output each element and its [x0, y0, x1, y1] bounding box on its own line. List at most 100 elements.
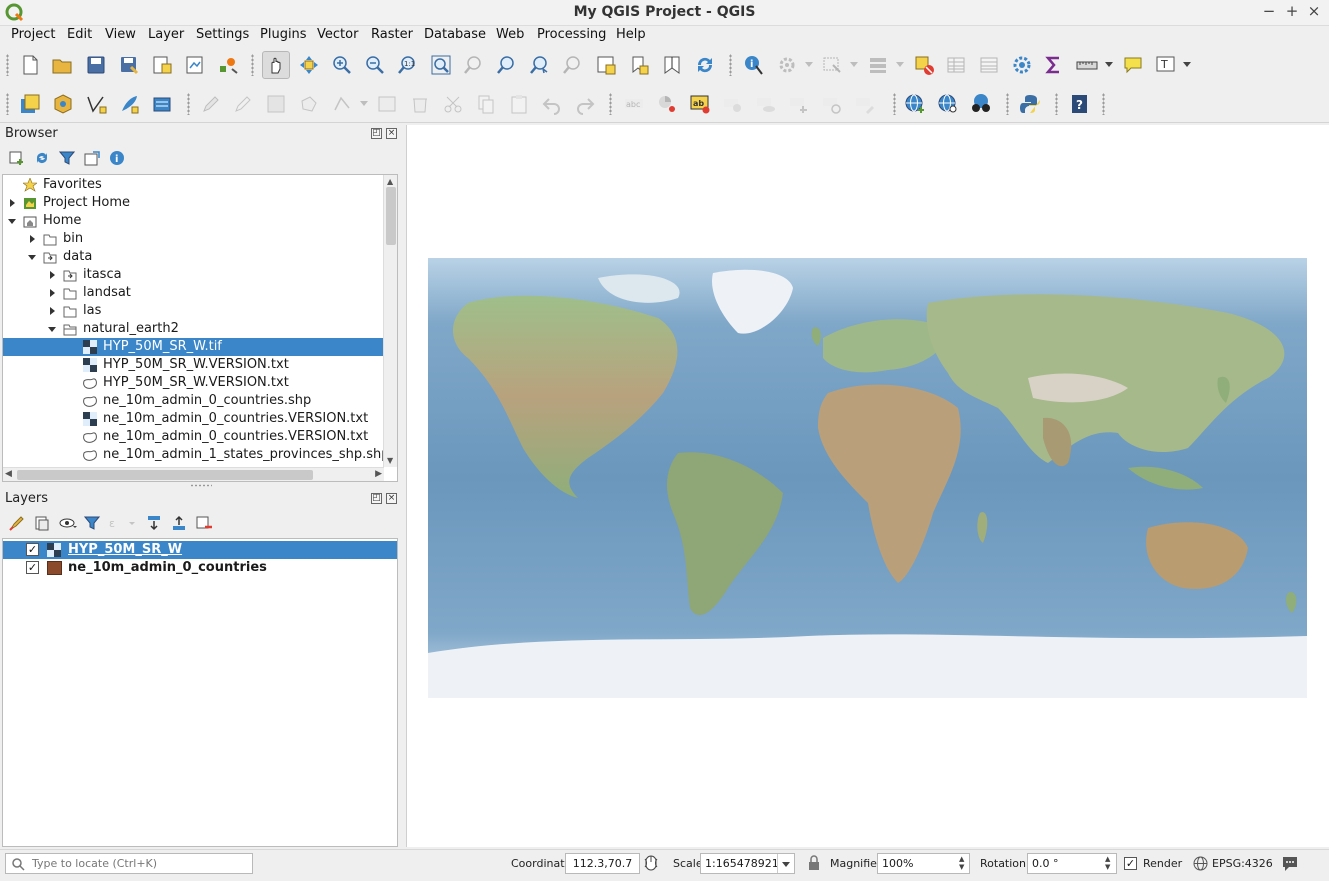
zoom-native-resolution-button[interactable]: 1:1: [394, 51, 422, 79]
add-wfs-layer-button[interactable]: [934, 90, 962, 118]
new-project-button[interactable]: [16, 51, 44, 79]
add-wms-layer-button[interactable]: [901, 90, 929, 118]
collapse-all-icon[interactable]: [84, 150, 100, 166]
field-calculator-button[interactable]: [975, 51, 1003, 79]
scale-combo[interactable]: 1:165478921: [700, 853, 795, 874]
new-bookmark-button[interactable]: [625, 51, 653, 79]
collapse-arrow-icon[interactable]: [47, 324, 57, 334]
metasearch-button[interactable]: [967, 90, 995, 118]
chevron-down-icon[interactable]: [805, 62, 813, 67]
delete-selected-button[interactable]: [406, 90, 434, 118]
menu-raster[interactable]: Raster: [371, 27, 413, 42]
python-console-button[interactable]: [1016, 90, 1044, 118]
layer-visibility-checkbox[interactable]: ✓: [26, 543, 39, 556]
menu-edit[interactable]: Edit: [67, 27, 92, 42]
collapse-arrow-icon[interactable]: [27, 252, 37, 262]
globe-crs-icon[interactable]: [1193, 856, 1208, 871]
label-pin-button[interactable]: ab: [686, 90, 714, 118]
menu-plugins[interactable]: Plugins: [260, 27, 307, 42]
expand-arrow-icon[interactable]: [47, 270, 57, 280]
zoom-next-button[interactable]: [559, 51, 587, 79]
lock-icon[interactable]: [807, 855, 821, 871]
coordinate-field[interactable]: 112.3,70.7: [565, 853, 640, 874]
undo-button[interactable]: [538, 90, 566, 118]
close-panel-button[interactable]: ×: [386, 493, 397, 504]
processing-toolbox-button[interactable]: [1008, 51, 1036, 79]
menu-settings[interactable]: Settings: [196, 27, 249, 42]
browser-tree-item[interactable]: data: [3, 248, 384, 266]
rotate-label-button[interactable]: [818, 90, 846, 118]
chevron-down-icon[interactable]: [1183, 62, 1191, 67]
collapse-all-icon[interactable]: [171, 515, 187, 531]
map-tips-button[interactable]: [1119, 51, 1147, 79]
zoom-full-button[interactable]: [427, 51, 455, 79]
zoom-to-selection-button[interactable]: [460, 51, 488, 79]
open-project-button[interactable]: [48, 51, 76, 79]
copy-features-button[interactable]: [472, 90, 500, 118]
close-panel-button[interactable]: ×: [386, 128, 397, 139]
browser-tree-item[interactable]: HYP_50M_SR_W.VERSION.txt: [3, 356, 384, 374]
browser-tree-item[interactable]: ne_10m_admin_0_countries.VERSION.txt: [3, 410, 384, 428]
expand-arrow-icon[interactable]: [27, 234, 37, 244]
paste-features-button[interactable]: [505, 90, 533, 118]
close-button[interactable]: ×: [1305, 2, 1323, 20]
measure-line-button[interactable]: [1073, 51, 1101, 79]
layer-row-ne-10m-admin-0-countries[interactable]: ✓ ne_10m_admin_0_countries: [3, 559, 397, 577]
float-panel-button[interactable]: ◰: [371, 128, 382, 139]
magnifier-spinbox[interactable]: 100%: [877, 853, 970, 874]
select-by-attribute-button[interactable]: [864, 51, 892, 79]
rotation-spinbox[interactable]: 0.0 °: [1027, 853, 1117, 874]
toolbar-handle[interactable]: [6, 54, 9, 76]
new-geopackage-layer-button[interactable]: [49, 90, 77, 118]
remove-layer-icon[interactable]: [196, 515, 212, 531]
identify-features-button[interactable]: i: [740, 51, 768, 79]
float-panel-button[interactable]: ◰: [371, 493, 382, 504]
style-layer-icon[interactable]: [9, 515, 25, 531]
browser-tree[interactable]: Favorites Project Home Home bin data itasca la…: [2, 174, 398, 482]
menu-view[interactable]: View: [105, 27, 136, 42]
toggle-editing-button[interactable]: [229, 90, 257, 118]
locator-search-input[interactable]: Type to locate (Ctrl+K): [5, 853, 253, 874]
visibility-eye-icon[interactable]: [59, 515, 77, 531]
menu-help[interactable]: Help: [616, 27, 646, 42]
pan-to-selection-button[interactable]: [295, 51, 323, 79]
menu-database[interactable]: Database: [424, 27, 486, 42]
render-checkbox[interactable]: ✓: [1124, 857, 1137, 870]
zoom-out-button[interactable]: [361, 51, 389, 79]
refresh-button[interactable]: [691, 51, 719, 79]
style-manager-button[interactable]: [214, 51, 242, 79]
text-annotation-button[interactable]: T: [1152, 51, 1180, 79]
change-label-button[interactable]: [851, 90, 879, 118]
expand-arrow-icon[interactable]: [7, 198, 17, 208]
minimize-button[interactable]: −: [1260, 2, 1278, 20]
label-visibility-button[interactable]: [752, 90, 780, 118]
add-feature-button[interactable]: [295, 90, 323, 118]
layout-manager-button[interactable]: [181, 51, 209, 79]
expand-arrow-icon[interactable]: [47, 288, 57, 298]
browser-tree-item[interactable]: landsat: [3, 284, 384, 302]
toolbar-handle[interactable]: [1102, 93, 1105, 115]
maximize-button[interactable]: +: [1283, 2, 1301, 20]
toolbar-handle[interactable]: [187, 93, 190, 115]
toolbar-handle[interactable]: [1006, 93, 1009, 115]
deselect-all-button[interactable]: [910, 51, 938, 79]
new-print-layout-button[interactable]: [148, 51, 176, 79]
expand-arrow-icon[interactable]: [47, 306, 57, 316]
browser-vertical-scrollbar[interactable]: ▲ ▼: [383, 175, 397, 467]
menu-project[interactable]: Project: [11, 27, 55, 42]
chevron-down-icon[interactable]: [782, 862, 790, 867]
expression-filter-icon[interactable]: ε: [109, 515, 137, 531]
browser-tree-item[interactable]: bin: [3, 230, 384, 248]
world-map-raster[interactable]: [428, 258, 1307, 698]
browser-tree-item[interactable]: Project Home: [3, 194, 384, 212]
filter-icon[interactable]: [59, 150, 75, 166]
statistical-summary-button[interactable]: [1040, 51, 1068, 79]
browser-horizontal-scrollbar[interactable]: ◀ ▶: [3, 467, 384, 481]
run-feature-action-button[interactable]: [773, 51, 801, 79]
save-as-button[interactable]: [115, 51, 143, 79]
magnifier-stepper[interactable]: ▲ ▼: [959, 855, 964, 871]
zoom-to-layer-button[interactable]: [493, 51, 521, 79]
browser-tree-item[interactable]: natural_earth2: [3, 320, 384, 338]
browser-tree-item[interactable]: HYP_50M_SR_W.tif: [3, 338, 384, 356]
vertex-tool-button[interactable]: [328, 90, 356, 118]
